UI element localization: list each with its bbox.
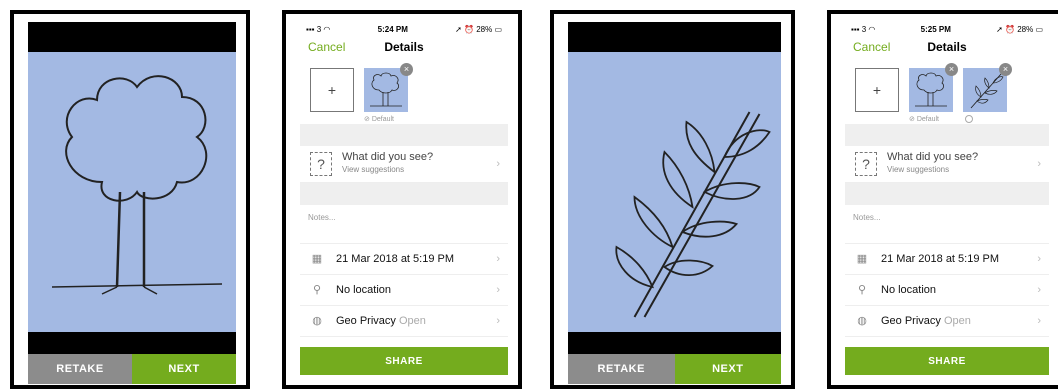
remove-photo-icon[interactable]: × [400, 63, 413, 76]
phone-camera-review-1: RETAKE NEXT [10, 10, 250, 389]
page-title: Details [927, 40, 967, 54]
set-default-radio[interactable] [965, 115, 973, 123]
chevron-right-icon: › [1037, 284, 1041, 296]
photo-preview [568, 52, 781, 332]
location-row[interactable]: ⚲ No location › [300, 275, 508, 306]
tree-thumbnail-drawing [370, 72, 402, 107]
battery-indicator: ➚ ⏰ 28% ▭ [996, 24, 1043, 34]
date-row[interactable]: ▦ 21 Mar 2018 at 5:19 PM › [300, 244, 508, 275]
photo-thumbnail[interactable]: × [364, 63, 413, 112]
location-pin-icon: ⚲ [312, 284, 322, 296]
photo-strip: + × ⊘ Default [300, 58, 508, 124]
chevron-right-icon: › [1037, 315, 1041, 327]
default-indicator[interactable]: ⊘ Default [909, 115, 939, 123]
status-bar: ▪▪▪ 3 ◠ 5:24 PM ➚ ⏰ 28% ▭ [300, 22, 508, 36]
chevron-right-icon: › [1037, 158, 1041, 170]
view-suggestions-link[interactable]: View suggestions [887, 165, 949, 174]
notes-field[interactable]: Notes... [300, 205, 508, 244]
view-suggestions-link[interactable]: View suggestions [342, 165, 404, 174]
share-button[interactable]: SHARE [845, 347, 1049, 375]
geo-privacy-row[interactable]: ◍ Geo Privacy Open › [845, 306, 1049, 337]
species-prompt: What did you see? [342, 151, 434, 163]
remove-photo-icon[interactable]: × [945, 63, 958, 76]
globe-icon: ◍ [312, 315, 322, 327]
chevron-right-icon: › [496, 253, 500, 265]
phone-details-1: ▪▪▪ 3 ◠ 5:24 PM ➚ ⏰ 28% ▭ Cancel Details… [282, 10, 522, 389]
status-time: 5:24 PM [377, 24, 408, 34]
nav-bar: Cancel Details [300, 36, 508, 58]
details-screen: ▪▪▪ 3 ◠ 5:24 PM ➚ ⏰ 28% ▭ Cancel Details… [300, 22, 508, 375]
retake-button[interactable]: RETAKE [28, 354, 132, 384]
notes-placeholder: Notes... [853, 213, 881, 222]
remove-photo-icon[interactable]: × [999, 63, 1012, 76]
leaf-branch-drawing [615, 111, 771, 318]
chevron-right-icon: › [496, 158, 500, 170]
tree-thumbnail-drawing [915, 72, 947, 107]
photo-preview [28, 52, 236, 332]
chevron-right-icon: › [496, 315, 500, 327]
species-prompt: What did you see? [887, 151, 979, 163]
camera-top-bar [568, 22, 781, 52]
next-button[interactable]: NEXT [674, 354, 781, 384]
camera-bottom-bar [568, 332, 781, 354]
globe-icon: ◍ [857, 315, 867, 327]
nav-bar: Cancel Details [845, 36, 1049, 58]
battery-indicator: ➚ ⏰ 28% ▭ [455, 24, 502, 34]
chevron-right-icon: › [1037, 253, 1041, 265]
default-indicator[interactable]: ⊘ Default [364, 115, 394, 123]
section-separator [845, 124, 1049, 146]
camera-bottom-bar [28, 332, 236, 354]
date-text: 21 Mar 2018 at 5:19 PM [881, 253, 1000, 265]
species-selector[interactable]: ? What did you see? View suggestions › [845, 146, 1049, 183]
location-pin-icon: ⚲ [857, 284, 867, 296]
leaf-thumbnail-drawing [970, 73, 1004, 109]
add-photo-button[interactable]: + [855, 68, 899, 112]
notes-field[interactable]: Notes... [845, 205, 1049, 244]
question-icon: ? [855, 152, 877, 176]
question-icon: ? [310, 152, 332, 176]
location-text: No location [336, 284, 392, 296]
location-row[interactable]: ⚲ No location › [845, 275, 1049, 306]
calendar-icon: ▦ [311, 253, 323, 265]
date-text: 21 Mar 2018 at 5:19 PM [336, 253, 455, 265]
signal-indicator: ▪▪▪ 3 ◠ [306, 24, 331, 34]
section-separator [300, 124, 508, 146]
geo-privacy-text: Geo Privacy Open [336, 315, 426, 327]
location-text: No location [881, 284, 937, 296]
add-photo-button[interactable]: + [310, 68, 354, 112]
retake-button[interactable]: RETAKE [568, 354, 675, 384]
signal-indicator: ▪▪▪ 3 ◠ [851, 24, 876, 34]
photo-thumbnail[interactable]: × [963, 63, 1012, 112]
geo-privacy-row[interactable]: ◍ Geo Privacy Open › [300, 306, 508, 337]
phone-camera-review-2: RETAKE NEXT [550, 10, 795, 389]
notes-placeholder: Notes... [308, 213, 336, 222]
calendar-icon: ▦ [856, 253, 868, 265]
section-separator [300, 183, 508, 205]
chevron-right-icon: › [496, 284, 500, 296]
status-bar: ▪▪▪ 3 ◠ 5:25 PM ➚ ⏰ 28% ▭ [845, 22, 1049, 36]
camera-actions: RETAKE NEXT [28, 354, 236, 384]
species-selector[interactable]: ? What did you see? View suggestions › [300, 146, 508, 183]
section-separator [845, 183, 1049, 205]
share-button[interactable]: SHARE [300, 347, 508, 375]
photo-strip: + × × ⊘ Default [845, 58, 1049, 124]
phone-details-2: ▪▪▪ 3 ◠ 5:25 PM ➚ ⏰ 28% ▭ Cancel Details… [827, 10, 1058, 389]
next-button[interactable]: NEXT [132, 354, 236, 384]
page-title: Details [384, 40, 424, 54]
date-row[interactable]: ▦ 21 Mar 2018 at 5:19 PM › [845, 244, 1049, 275]
camera-actions: RETAKE NEXT [568, 354, 781, 384]
tree-drawing [51, 75, 223, 295]
details-screen: ▪▪▪ 3 ◠ 5:25 PM ➚ ⏰ 28% ▭ Cancel Details… [845, 22, 1049, 375]
photo-thumbnail[interactable]: × [909, 63, 958, 112]
geo-privacy-text: Geo Privacy Open [881, 315, 971, 327]
camera-top-bar [28, 22, 236, 52]
status-time: 5:25 PM [920, 24, 951, 34]
